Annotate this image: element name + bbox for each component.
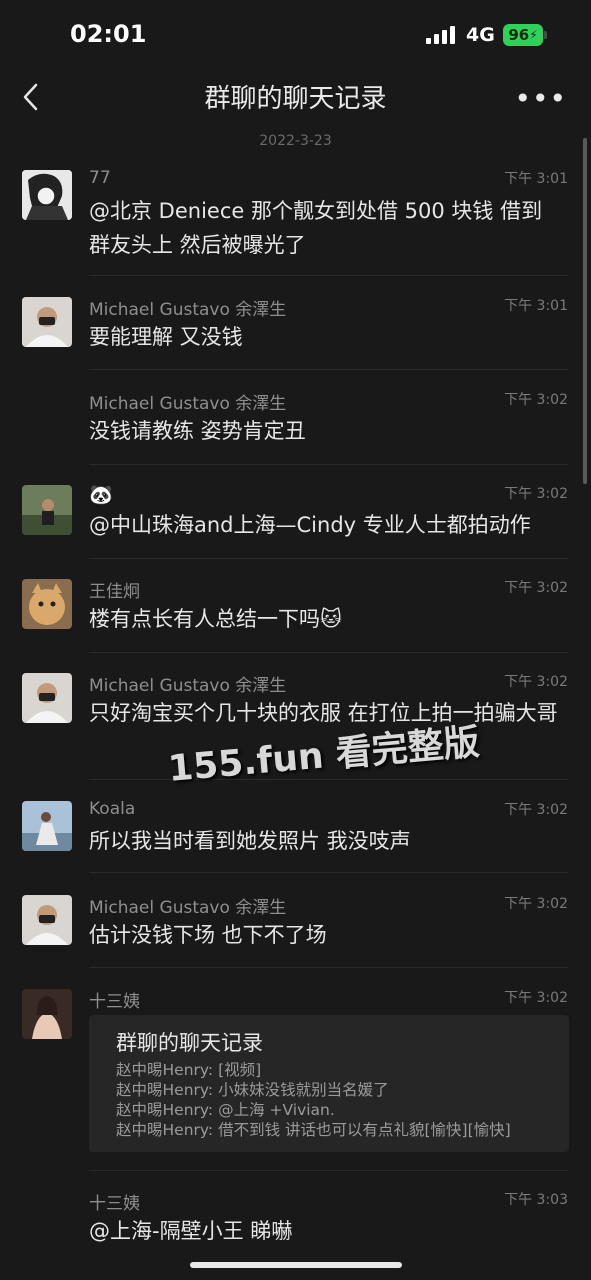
home-indicator[interactable] <box>190 1262 402 1268</box>
divider <box>89 652 568 653</box>
message-time: 下午 3:02 <box>504 674 568 690</box>
message-time: 下午 3:02 <box>504 802 568 818</box>
avatar[interactable] <box>22 297 72 347</box>
avatar[interactable] <box>22 895 72 945</box>
message-time: 下午 3:02 <box>504 990 568 1006</box>
divider <box>89 464 568 465</box>
card-title: 群聊的聊天记录 <box>116 1031 263 1055</box>
message-text: 要能理解 又没钱 <box>89 325 243 349</box>
divider <box>89 779 568 780</box>
sender-name: 🐼 <box>89 484 113 506</box>
card-line: 赵中晹Henry: 借不到钱 讲话也可以有点礼貌[愉快][愉快] <box>116 1121 511 1139</box>
sender-name: Koala <box>89 799 136 819</box>
message-time: 下午 3:01 <box>504 171 568 187</box>
card-line: 赵中晹Henry: [视频] <box>116 1061 262 1079</box>
message-time: 下午 3:02 <box>504 486 568 502</box>
status-time: 02:01 <box>70 20 147 48</box>
battery-tip <box>544 31 547 39</box>
card-line: 赵中晹Henry: 小妹妹没钱就别当名媛了 <box>116 1081 389 1099</box>
page-title: 群聊的聊天记录 <box>204 84 387 114</box>
battery-level: 96 <box>508 26 530 44</box>
divider <box>89 275 568 276</box>
message-time: 下午 3:02 <box>504 896 568 912</box>
divider <box>89 1170 568 1171</box>
message-text: 估计没钱下场 也下不了场 <box>89 923 327 947</box>
message-time: 下午 3:03 <box>504 1192 568 1208</box>
message-text: 楼有点长有人总结一下吗🐱 <box>89 607 342 631</box>
avatar[interactable] <box>22 485 72 535</box>
divider <box>89 967 568 968</box>
sender-name: Michael Gustavo 余澤生 <box>89 898 287 918</box>
message-text: @北京 Deniece 那个靓女到处借 500 块钱 借到群友头上 然后被曝光了 <box>89 199 543 257</box>
avatar[interactable] <box>22 579 72 629</box>
battery-icon: 96 ⚡ <box>503 24 543 46</box>
sender-name: 王佳炯 <box>89 582 140 602</box>
date-separator: 2022-3-23 <box>259 133 332 149</box>
more-icon: ••• <box>514 82 567 115</box>
network-type: 4G <box>466 24 495 46</box>
scrollbar[interactable] <box>583 138 587 484</box>
message-text: 所以我当时看到她发照片 我没吱声 <box>89 829 411 853</box>
sender-name: 十三姨 <box>89 992 140 1012</box>
message-time: 下午 3:02 <box>504 580 568 596</box>
message-text: @中山珠海and上海—Cindy 专业人士都拍动作 <box>89 513 531 537</box>
message-text: @上海-隔壁小王 睇嚇 <box>89 1219 293 1243</box>
sender-name: Michael Gustavo 余澤生 <box>89 676 287 696</box>
sender-name: 77 <box>89 168 111 188</box>
sender-name: Michael Gustavo 余澤生 <box>89 394 287 414</box>
sender-name: Michael Gustavo 余澤生 <box>89 300 287 320</box>
avatar[interactable] <box>22 801 72 851</box>
signal-icon <box>426 26 455 44</box>
message-text: 只好淘宝买个几十块的衣服 在打位上拍一拍骗大哥 <box>89 701 558 725</box>
avatar[interactable] <box>22 989 72 1039</box>
avatar[interactable] <box>22 170 72 220</box>
sender-name: 十三姨 <box>89 1194 140 1214</box>
avatar[interactable] <box>22 673 72 723</box>
forwarded-chat-card[interactable]: 群聊的聊天记录 赵中晹Henry: [视频] 赵中晹Henry: 小妹妹没钱就别… <box>89 1015 569 1152</box>
nav-bar: 群聊的聊天记录 ••• <box>0 70 591 124</box>
status-bar: 02:01 4G 96 ⚡ <box>0 0 591 70</box>
message-time: 下午 3:02 <box>504 392 568 408</box>
message-time: 下午 3:01 <box>504 298 568 314</box>
more-button[interactable]: ••• <box>514 82 567 115</box>
card-line: 赵中晹Henry: @上海 +Vivian. <box>116 1101 335 1119</box>
divider <box>89 872 568 873</box>
message-text: 没钱请教练 姿势肯定丑 <box>89 419 306 443</box>
divider <box>89 558 568 559</box>
divider <box>89 369 568 370</box>
